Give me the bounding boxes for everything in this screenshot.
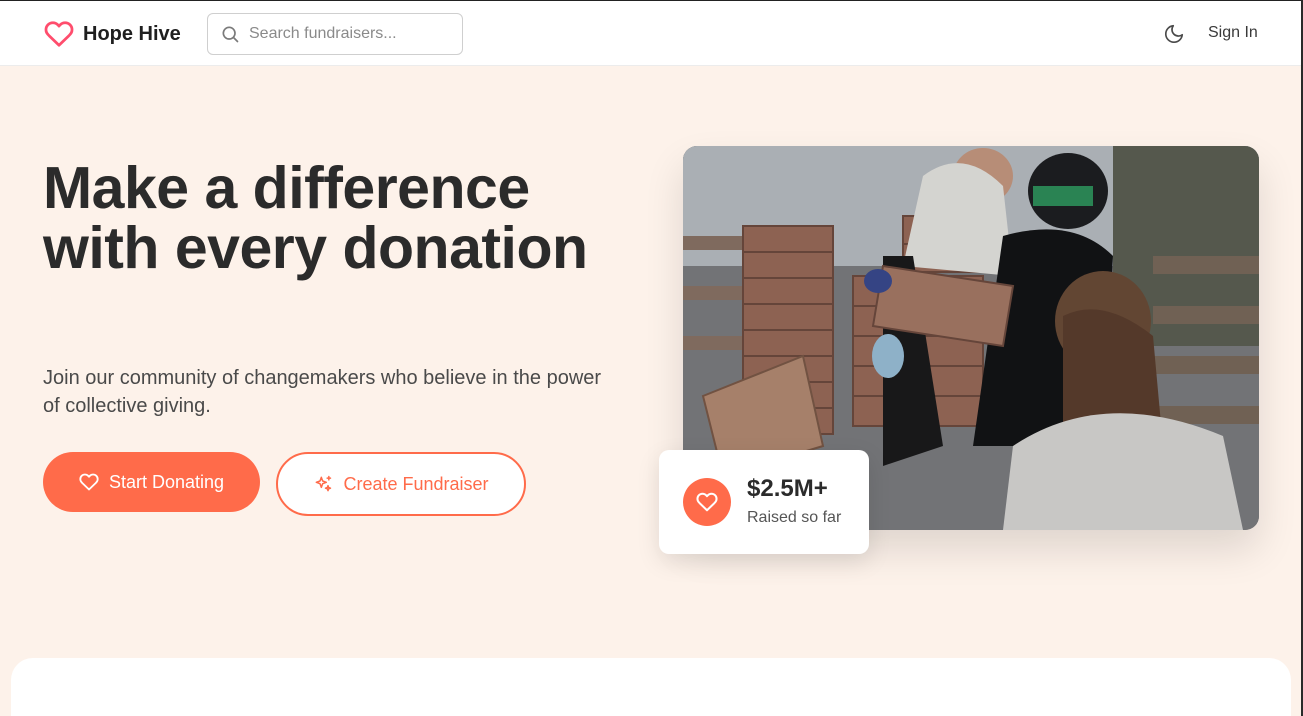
content-section-card bbox=[11, 658, 1291, 716]
hero-subtitle: Join our community of changemakers who b… bbox=[43, 367, 602, 417]
stat-icon-badge bbox=[683, 478, 731, 526]
start-donating-button[interactable]: Start Donating bbox=[43, 452, 260, 512]
search-input[interactable] bbox=[249, 25, 449, 43]
brand-name: Hope Hive bbox=[83, 22, 181, 45]
stat-label: Raised so far bbox=[747, 509, 842, 526]
start-donating-label: Start Donating bbox=[108, 471, 225, 492]
heart-icon bbox=[79, 473, 99, 491]
hero-title: Make a difference with every donation bbox=[43, 155, 588, 281]
create-fundraiser-button[interactable]: Create Fundraiser bbox=[276, 452, 526, 516]
search-box[interactable] bbox=[207, 13, 463, 55]
raised-stat-card: $2.5M+ Raised so far bbox=[659, 450, 869, 554]
sign-in-link[interactable]: Sign In bbox=[1208, 24, 1258, 42]
brand-logo[interactable]: Hope Hive bbox=[43, 19, 181, 49]
search-icon bbox=[222, 26, 239, 43]
heart-icon bbox=[44, 21, 74, 47]
sparkles-icon bbox=[316, 475, 332, 492]
stat-value: $2.5M+ bbox=[747, 475, 828, 502]
moon-icon[interactable] bbox=[1163, 23, 1185, 45]
top-navbar: Hope Hive Sign In bbox=[0, 0, 1303, 66]
heart-icon bbox=[696, 492, 718, 512]
create-fundraiser-label: Create Fundraiser bbox=[343, 473, 489, 494]
